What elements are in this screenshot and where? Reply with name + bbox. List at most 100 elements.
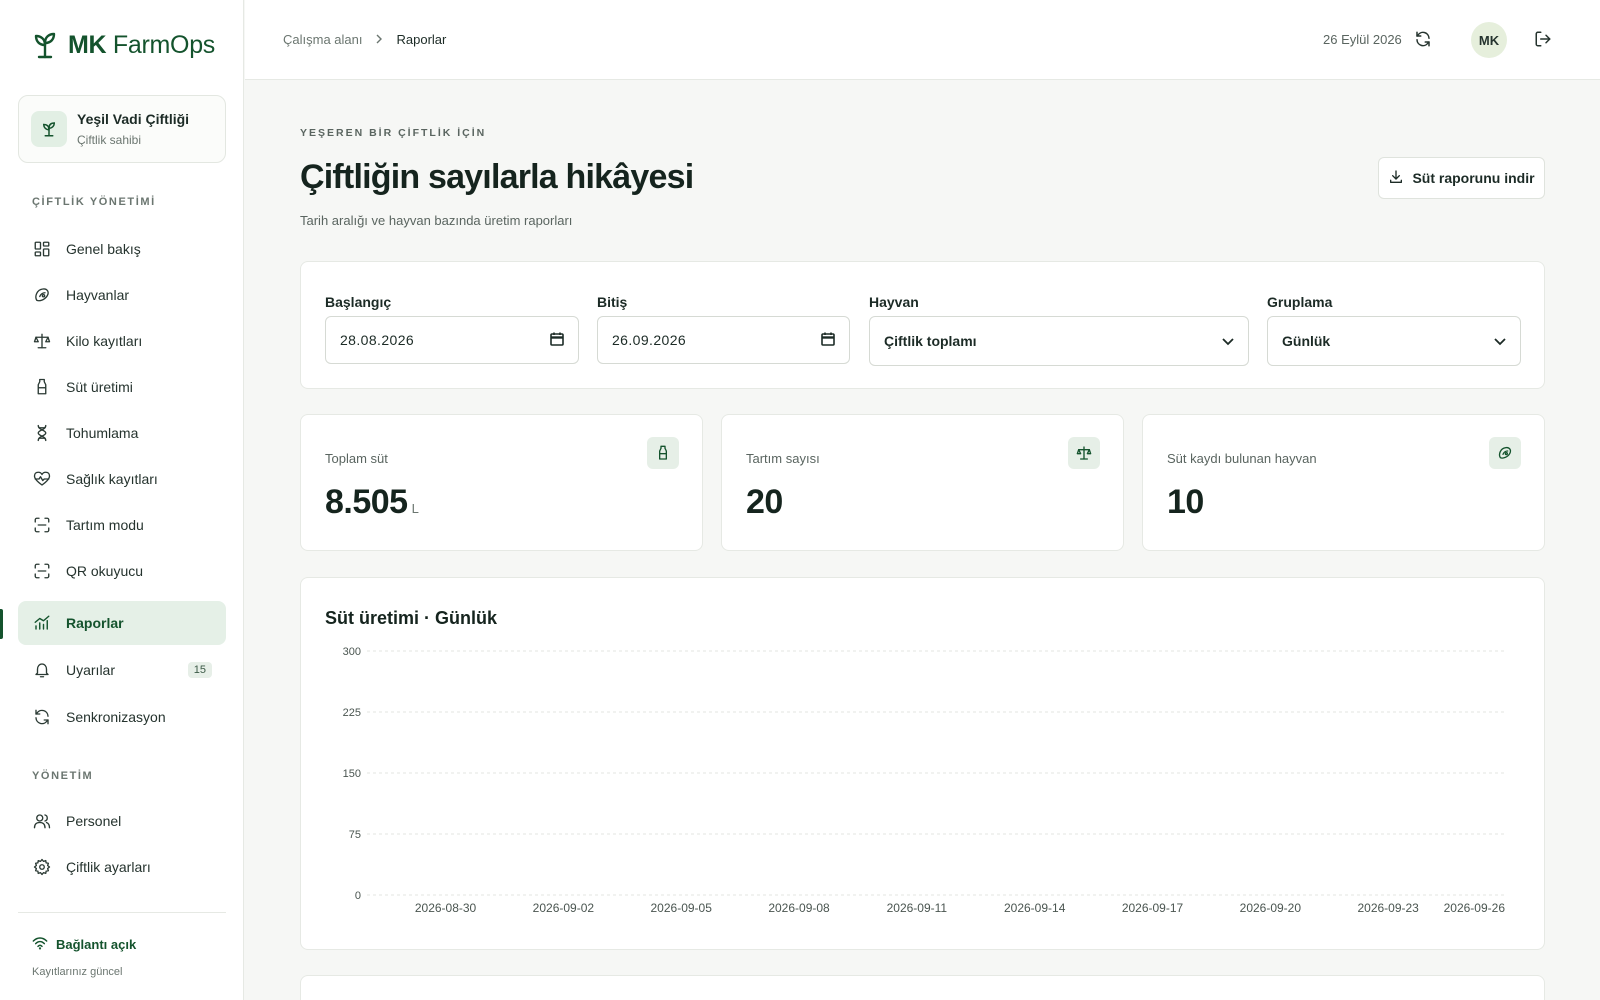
current-date: 26 Eylül 2026 xyxy=(1323,32,1402,47)
stat-card-animals-with-milk: Süt kaydı bulunan hayvan 10 xyxy=(1142,414,1545,551)
end-date-label: Bitiş xyxy=(597,294,628,310)
stat-unit: L xyxy=(411,501,419,516)
start-date-value: 28.08.2026 xyxy=(340,332,415,348)
milk-production-chart: 0 75 150 225 300 2026-08-30 2026-09-02 2026-09-… xyxy=(343,646,1506,915)
filters-card: Başlangıç 28.08.2026 Bitiş 26.09.2026 Ha… xyxy=(300,261,1545,389)
sidebar-divider xyxy=(18,912,226,913)
sidebar-item-animals[interactable]: Hayvanlar xyxy=(18,273,226,317)
connection-status: Bağlantı açık xyxy=(32,936,136,953)
grouping-label: Gruplama xyxy=(1267,294,1333,310)
chevron-down-icon xyxy=(1494,333,1506,349)
sidebar-item-label: Raporlar xyxy=(66,615,124,631)
stat-label: Süt kaydı bulunan hayvan xyxy=(1167,451,1317,466)
sidebar-item-insemination[interactable]: Tohumlama xyxy=(18,411,226,455)
farm-switcher[interactable]: Yeşil Vadi Çiftliği Çiftlik sahibi xyxy=(18,95,226,163)
calendar-icon xyxy=(821,332,835,349)
x-tick-label: 2026-09-02 xyxy=(533,901,595,915)
grouping-select[interactable]: Günlük xyxy=(1267,316,1521,366)
calendar-icon xyxy=(550,332,564,349)
refresh-icon xyxy=(1414,30,1432,53)
sidebar-item-weighing-mode[interactable]: Tartım modu xyxy=(18,503,226,547)
logout-button[interactable] xyxy=(1528,26,1558,56)
sidebar-item-label: QR okuyucu xyxy=(66,563,144,579)
end-date-input[interactable]: 26.09.2026 xyxy=(597,316,850,364)
sidebar-item-label: Kilo kayıtları xyxy=(66,333,143,349)
sidebar: MK FarmOps Yeşil Vadi Çiftliği Çiftlik s… xyxy=(0,0,244,1000)
animal-icon xyxy=(1489,437,1521,469)
connection-subtext: Kayıtlarınız güncel xyxy=(32,966,123,978)
sidebar-item-label: Uyarılar xyxy=(66,662,116,678)
sidebar-item-staff[interactable]: Personel xyxy=(18,799,226,843)
start-date-label: Başlangıç xyxy=(325,294,392,310)
scale-icon xyxy=(32,331,52,351)
sidebar-item-label: Çiftlik ayarları xyxy=(66,859,151,875)
sidebar-item-label: Genel bakış xyxy=(66,241,141,257)
sidebar-item-sync[interactable]: Senkronizasyon xyxy=(18,695,226,739)
section-label-administration: YÖNETİM xyxy=(32,770,94,782)
page-eyebrow: YEŞEREN BİR ÇİFTLİK İÇİN xyxy=(300,127,487,139)
sidebar-item-farm-settings[interactable]: Çiftlik ayarları xyxy=(18,845,226,889)
breadcrumb-workspace[interactable]: Çalışma alanı xyxy=(283,32,362,47)
dashboard-icon xyxy=(32,239,52,259)
breadcrumb: Çalışma alanı Raporlar xyxy=(283,32,446,47)
chevron-down-icon xyxy=(1222,333,1234,349)
download-icon xyxy=(1388,169,1404,188)
gear-icon xyxy=(32,857,52,877)
sidebar-item-label: Personel xyxy=(66,813,122,829)
download-milk-report-button[interactable]: Süt raporunu indir xyxy=(1378,157,1545,199)
scale-icon xyxy=(1068,437,1100,469)
x-tick-label: 2026-09-05 xyxy=(651,901,713,915)
animal-select[interactable]: Çiftlik toplamı xyxy=(869,316,1249,366)
y-tick-label: 0 xyxy=(355,890,361,902)
sidebar-item-label: Senkronizasyon xyxy=(66,709,166,725)
start-date-input[interactable]: 28.08.2026 xyxy=(325,316,579,364)
milk-bottle-icon xyxy=(647,437,679,469)
sidebar-item-label: Hayvanlar xyxy=(66,287,130,303)
x-tick-label: 2026-09-26 xyxy=(1444,901,1506,915)
stat-label: Tartım sayısı xyxy=(746,451,820,466)
stat-card-total-milk: Toplam süt 8.505 L xyxy=(300,414,703,551)
wifi-icon xyxy=(32,936,48,953)
sidebar-item-milk-production[interactable]: Süt üretimi xyxy=(18,365,226,409)
x-tick-label: 2026-08-30 xyxy=(415,901,477,915)
animal-label: Hayvan xyxy=(869,294,919,310)
avatar[interactable]: MK xyxy=(1471,22,1507,58)
sidebar-item-alerts[interactable]: Uyarılar 15 xyxy=(18,648,226,692)
qr-scan-icon xyxy=(32,561,52,581)
stat-label: Toplam süt xyxy=(325,451,388,466)
sidebar-item-qr-reader[interactable]: QR okuyucu xyxy=(18,549,226,593)
x-tick-label: 2026-09-17 xyxy=(1122,901,1184,915)
y-tick-label: 75 xyxy=(349,829,361,841)
sidebar-item-label: Süt üretimi xyxy=(66,379,133,395)
topbar: Çalışma alanı Raporlar 26 Eylül 2026 MK xyxy=(245,0,1600,80)
stat-value: 20 xyxy=(746,483,783,521)
sidebar-item-label: Tohumlama xyxy=(66,425,139,441)
y-tick-label: 225 xyxy=(343,707,361,719)
scan-icon xyxy=(32,515,52,535)
sprout-icon xyxy=(32,30,58,60)
animal-icon xyxy=(32,285,52,305)
chart-icon xyxy=(32,613,52,633)
brand-name: MK FarmOps xyxy=(68,30,216,59)
sidebar-item-overview[interactable]: Genel bakış xyxy=(18,227,226,271)
sidebar-item-weight-records[interactable]: Kilo kayıtları xyxy=(18,319,226,363)
section-label-farm-management: ÇİFTLİK YÖNETİMİ xyxy=(32,196,156,208)
download-label: Süt raporunu indir xyxy=(1412,170,1535,186)
sync-icon xyxy=(32,707,52,727)
sidebar-item-reports[interactable]: Raporlar xyxy=(18,601,226,645)
connection-label: Bağlantı açık xyxy=(56,937,137,952)
stat-value: 8.505 L xyxy=(325,483,419,521)
dna-icon xyxy=(32,423,52,443)
refresh-button[interactable] xyxy=(1408,26,1438,56)
bell-icon xyxy=(32,660,52,680)
next-report-card xyxy=(300,975,1545,1000)
sidebar-item-health-records[interactable]: Sağlık kayıtları xyxy=(18,457,226,501)
farm-role: Çiftlik sahibi xyxy=(77,133,142,147)
end-date-value: 26.09.2026 xyxy=(612,332,687,348)
users-icon xyxy=(32,811,52,831)
x-tick-label: 2026-09-23 xyxy=(1357,901,1419,915)
page-subtitle: Tarih aralığı ve hayvan bazında üretim r… xyxy=(300,213,573,228)
x-tick-label: 2026-09-14 xyxy=(1004,901,1066,915)
sidebar-item-label: Sağlık kayıtları xyxy=(66,471,158,487)
brand-logo[interactable]: MK FarmOps xyxy=(32,30,215,60)
